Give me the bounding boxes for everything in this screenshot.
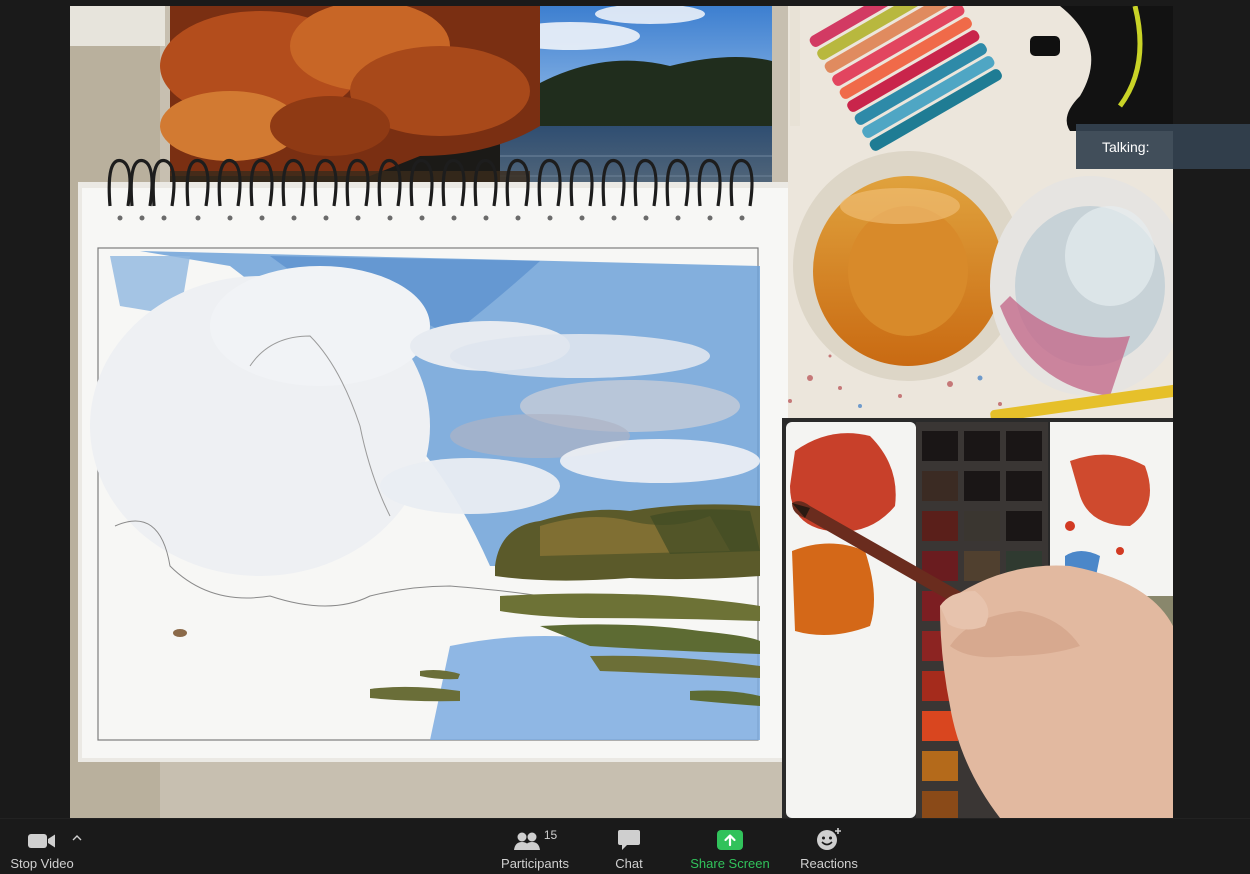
- video-camera-icon: [28, 834, 55, 848]
- meeting-controls-toolbar: Stop Video 15 Participants Chat Share Sc…: [0, 818, 1250, 874]
- video-content-painting-scene: [70, 6, 1173, 818]
- stop-video-button[interactable]: Stop Video: [4, 819, 80, 874]
- chat-button[interactable]: Chat: [606, 819, 652, 874]
- participants-label: Participants: [501, 856, 569, 871]
- participants-button[interactable]: 15 Participants: [494, 819, 576, 874]
- reactions-label: Reactions: [800, 856, 858, 871]
- chat-label: Chat: [615, 856, 643, 871]
- talking-indicator: Talking:: [1076, 124, 1250, 169]
- shared-video-feed: [70, 6, 1173, 818]
- participants-count: 15: [543, 828, 558, 842]
- talking-label: Talking:: [1102, 139, 1150, 155]
- video-stage: Talking:: [0, 0, 1250, 818]
- video-options-caret-icon[interactable]: [72, 833, 86, 845]
- stop-video-label: Stop Video: [10, 856, 74, 871]
- share-screen-label: Share Screen: [690, 856, 770, 871]
- reactions-button[interactable]: Reactions: [795, 819, 863, 874]
- share-screen-button[interactable]: Share Screen: [684, 819, 776, 874]
- share-screen-arrow-icon: [717, 830, 743, 850]
- chat-bubble-icon: [618, 830, 640, 850]
- smiley-add-icon: [817, 828, 841, 850]
- participants-icon: [513, 832, 540, 850]
